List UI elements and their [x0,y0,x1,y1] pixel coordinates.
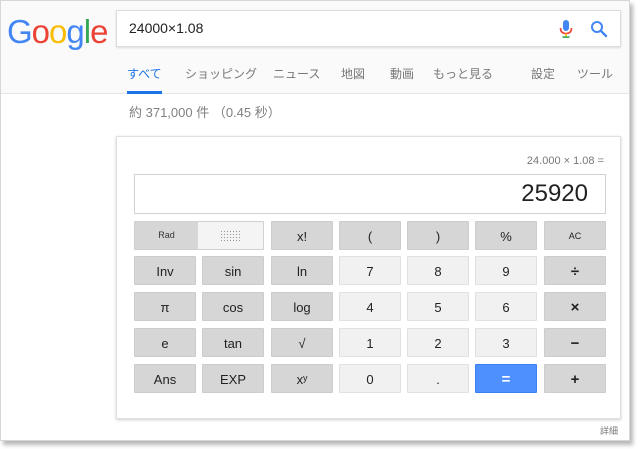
browser-frame: Google すべて ショッピング ニュース [0,0,630,441]
result-stats: 約 371,000 件 （0.45 秒） [129,105,281,120]
power-button[interactable]: xʸ [271,364,333,393]
logo-letter: G [7,13,33,50]
divide-button[interactable]: ÷ [544,256,606,285]
digit-9-button[interactable]: 9 [475,256,537,285]
ln-button[interactable]: ln [271,256,333,285]
calc-display: 25920 [134,174,606,214]
open-paren-button[interactable]: ( [339,221,401,250]
equals-button[interactable]: = [475,364,537,393]
add-button[interactable]: + [544,364,606,393]
percent-button[interactable]: % [475,221,537,250]
log-button[interactable]: log [271,292,333,321]
search-input[interactable] [129,11,529,46]
exp-button[interactable]: EXP [202,364,264,393]
rad-deg-toggle[interactable]: Rad [134,221,264,250]
search-tabs: すべて ショッピング ニュース 地図 動画 もっと見る 設定 ツール [117,67,629,94]
tab-settings[interactable]: 設定 [531,67,555,94]
digit-0-button[interactable]: 0 [339,364,401,393]
tab-tools[interactable]: ツール [577,67,613,94]
logo-letter: o [31,13,50,50]
google-logo[interactable]: Google [7,13,108,51]
tab-all[interactable]: すべて [127,67,162,94]
all-clear-button[interactable]: AC [544,221,606,250]
digit-7-button[interactable]: 7 [339,256,401,285]
digit-1-button[interactable]: 1 [339,328,401,357]
factorial-button[interactable]: x! [271,221,333,250]
digit-8-button[interactable]: 8 [407,256,469,285]
tab-shopping[interactable]: ショッピング [185,67,257,94]
inv-button[interactable]: Inv [134,256,196,285]
deg-option[interactable] [198,222,263,249]
close-paren-button[interactable]: ) [407,221,469,250]
digit-2-button[interactable]: 2 [407,328,469,357]
logo-letter: e [90,13,108,50]
search-box [116,10,621,47]
sin-button[interactable]: sin [202,256,264,285]
tab-maps[interactable]: 地図 [341,67,365,94]
dots-icon [220,230,242,241]
rad-label[interactable]: Rad [135,222,198,249]
tan-button[interactable]: tan [202,328,264,357]
digit-3-button[interactable]: 3 [475,328,537,357]
multiply-button[interactable]: × [544,292,606,321]
detail-link[interactable]: 詳細 [600,424,618,437]
tab-videos[interactable]: 動画 [390,67,414,94]
pi-button[interactable]: π [134,292,196,321]
subtract-button[interactable]: − [544,328,606,357]
cos-button[interactable]: cos [202,292,264,321]
mic-icon[interactable] [558,20,574,38]
search-header: Google すべて ショッピング ニュース [1,1,629,94]
digit-5-button[interactable]: 5 [407,292,469,321]
decimal-button[interactable]: . [407,364,469,393]
logo-letter: g [66,13,84,50]
digit-6-button[interactable]: 6 [475,292,537,321]
calculator-card: 24.000 × 1.08 = 25920 Rad x! ( ) % AC In… [116,136,621,419]
search-icon[interactable] [590,20,608,38]
logo-letter: o [49,13,67,50]
digit-4-button[interactable]: 4 [339,292,401,321]
sqrt-button[interactable]: √ [271,328,333,357]
e-button[interactable]: e [134,328,196,357]
calc-equation: 24.000 × 1.08 = [526,155,604,167]
ans-button[interactable]: Ans [134,364,196,393]
calc-result: 25920 [521,180,588,207]
tab-news[interactable]: ニュース [273,67,320,94]
tab-more[interactable]: もっと見る [433,67,493,94]
